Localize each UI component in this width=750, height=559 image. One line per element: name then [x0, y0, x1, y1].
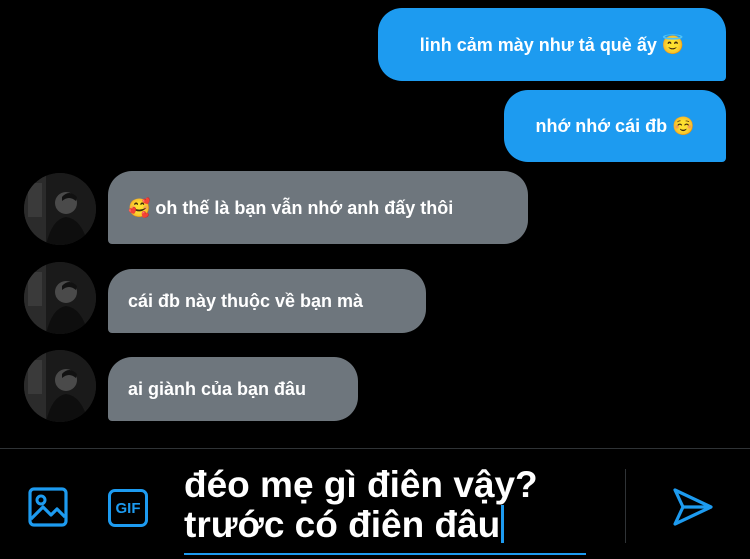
avatar[interactable]	[24, 350, 96, 422]
message-input-line-1: đéo mẹ gì điên vậy?	[184, 465, 538, 505]
avatar-photo	[24, 173, 96, 245]
gif-label: GIF	[115, 499, 141, 517]
message-bubble-received[interactable]: ai giành của bạn đâu	[108, 357, 358, 421]
avatar-photo	[24, 262, 96, 334]
message-bubble-sent[interactable]: linh cảm mày như tả què ấy 😇	[378, 8, 726, 81]
gif-button[interactable]: GIF	[106, 488, 150, 528]
message-bubble-received[interactable]: cái đb này thuộc về bạn mà	[108, 269, 426, 333]
message-text: linh cảm mày như tả què ấy 😇	[419, 34, 685, 55]
send-icon	[673, 488, 713, 526]
message-text: nhớ nhớ cái đb ☺️	[535, 116, 695, 136]
avatar[interactable]	[24, 262, 96, 334]
message-bubble-received[interactable]: 🥰 oh thế là bạn vẫn nhớ anh đấy thôi	[108, 171, 528, 244]
image-icon	[28, 487, 68, 527]
add-media-button[interactable]	[26, 485, 70, 529]
gif-icon: GIF	[108, 489, 148, 527]
text-cursor	[501, 505, 505, 543]
send-button[interactable]	[670, 485, 716, 529]
message-composer: GIF đéo mẹ gì điên vậy? trước có điên đâ…	[0, 448, 750, 559]
message-bubble-sent[interactable]: nhớ nhớ cái đb ☺️	[504, 90, 726, 162]
composer-divider	[625, 469, 626, 543]
message-text: cái đb này thuộc về bạn mà	[128, 291, 364, 311]
avatar-photo	[24, 350, 96, 422]
message-text: 🥰 oh thế là bạn vẫn nhớ anh đấy thôi	[128, 197, 454, 218]
message-input-line-2-text: trước có điên đâu	[184, 504, 501, 545]
message-input-line-2: trước có điên đâu	[184, 505, 586, 545]
message-input[interactable]: đéo mẹ gì điên vậy? trước có điên đâu	[184, 465, 586, 555]
message-text: ai giành của bạn đâu	[128, 379, 307, 399]
avatar[interactable]	[24, 173, 96, 245]
